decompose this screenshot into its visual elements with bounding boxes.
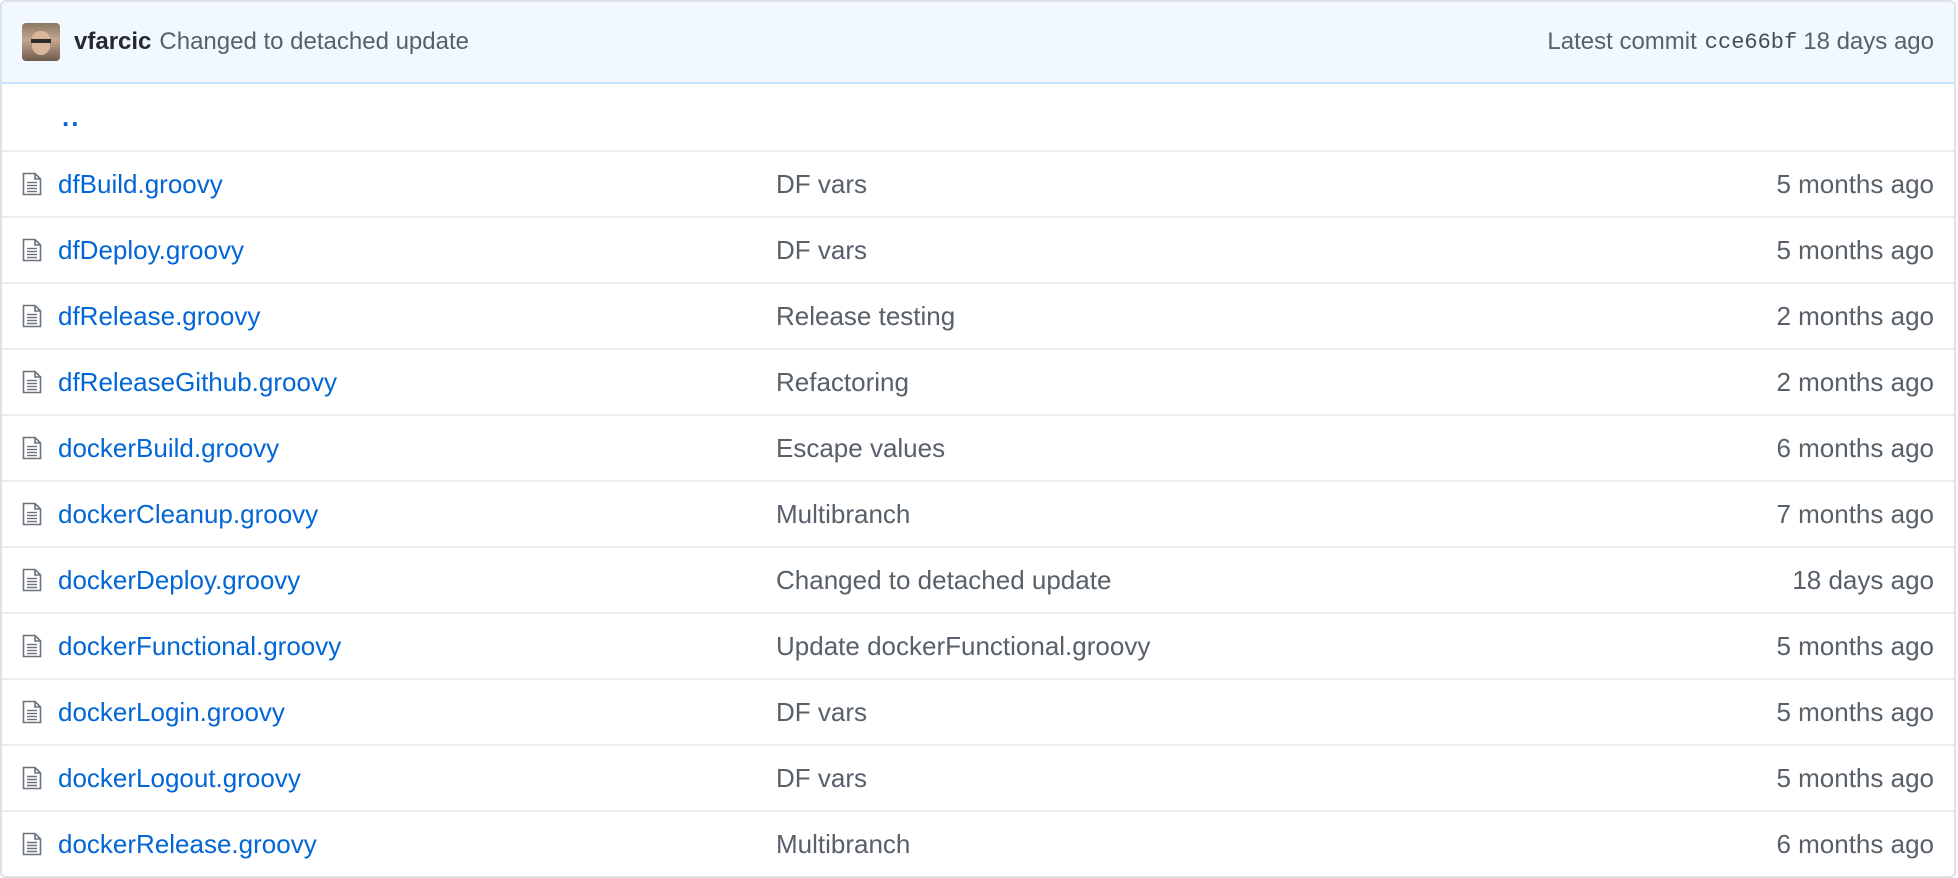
commit-age: 18 days ago [1803, 28, 1934, 55]
file-commit-age: 18 days ago [1792, 564, 1934, 595]
file-commit-age: 2 months ago [1776, 300, 1934, 331]
file-icon [2, 502, 58, 526]
file-row: dockerDeploy.groovy Changed to detached u… [2, 546, 1954, 612]
parent-directory-link[interactable]: .. [62, 102, 80, 133]
file-name-link[interactable]: dockerFunctional.groovy [58, 631, 341, 661]
file-name-cell: dockerRelease.groovy [58, 829, 776, 860]
commit-message-link[interactable]: Changed to detached update [159, 28, 469, 56]
file-commit-message-link[interactable]: Multibranch [776, 829, 1634, 860]
file-commit-age: 5 months ago [1776, 762, 1934, 793]
file-icon [2, 172, 58, 196]
file-icon [2, 238, 58, 262]
file-name-cell: dfRelease.groovy [58, 301, 776, 332]
file-icon [2, 304, 58, 328]
file-name-cell: dockerFunctional.groovy [58, 631, 776, 662]
file-commit-age: 5 months ago [1776, 234, 1934, 265]
file-commit-age: 2 months ago [1776, 366, 1934, 397]
parent-directory-row: .. [2, 84, 1954, 150]
file-name-cell: dockerLogin.groovy [58, 697, 776, 728]
file-name-cell: dfDeploy.groovy [58, 235, 776, 266]
file-table: vfarcic Changed to detached update Lates… [0, 0, 1956, 878]
latest-commit-label: Latest commit [1547, 28, 1697, 55]
file-commit-age: 6 months ago [1776, 432, 1934, 463]
file-name-cell: dockerBuild.groovy [58, 433, 776, 464]
file-row: dfBuild.groovy DF vars 5 months ago [2, 150, 1954, 216]
file-commit-age: 5 months ago [1776, 630, 1934, 661]
file-name-link[interactable]: dockerCleanup.groovy [58, 499, 318, 529]
file-commit-message-link[interactable]: Multibranch [776, 499, 1634, 530]
file-name-link[interactable]: dockerBuild.groovy [58, 433, 279, 463]
file-name-cell: dfReleaseGithub.groovy [58, 367, 776, 398]
file-commit-age: 7 months ago [1776, 498, 1934, 529]
file-icon [2, 766, 58, 790]
file-commit-age: 5 months ago [1776, 696, 1934, 727]
file-row: dfReleaseGithub.groovy Refactoring 2 month… [2, 348, 1954, 414]
commit-author-link[interactable]: vfarcic [74, 28, 151, 56]
file-name-link[interactable]: dfRelease.groovy [58, 301, 260, 331]
file-name-cell: dockerDeploy.groovy [58, 565, 776, 596]
file-commit-message-link[interactable]: DF vars [776, 235, 1634, 266]
file-name-link[interactable]: dockerDeploy.groovy [58, 565, 300, 595]
file-commit-message-link[interactable]: DF vars [776, 763, 1634, 794]
file-icon [2, 634, 58, 658]
file-commit-message-link[interactable]: Refactoring [776, 367, 1634, 398]
file-row: dockerBuild.groovy Escape values 6 months … [2, 414, 1954, 480]
file-name-link[interactable]: dfDeploy.groovy [58, 235, 244, 265]
file-row: dfDeploy.groovy DF vars 5 months ago [2, 216, 1954, 282]
file-name-link[interactable]: dockerLogin.groovy [58, 697, 285, 727]
file-name-link[interactable]: dockerRelease.groovy [58, 829, 317, 859]
file-commit-message-link[interactable]: DF vars [776, 697, 1634, 728]
user-avatar[interactable] [22, 23, 60, 61]
file-row: dockerCleanup.groovy Multibranch 7 months … [2, 480, 1954, 546]
file-icon [2, 700, 58, 724]
file-commit-message-link[interactable]: Changed to detached update [776, 565, 1634, 596]
file-row: dfRelease.groovy Release testing 2 months … [2, 282, 1954, 348]
latest-commit-bar: vfarcic Changed to detached update Lates… [2, 2, 1954, 84]
commit-sha-link[interactable]: cce66bf [1705, 30, 1797, 55]
file-icon [2, 436, 58, 460]
file-name-link[interactable]: dockerLogout.groovy [58, 763, 301, 793]
file-row: dockerFunctional.groovy Update dockerFunc… [2, 612, 1954, 678]
file-row: dockerLogin.groovy DF vars 5 months ago [2, 678, 1954, 744]
file-commit-message-link[interactable]: Escape values [776, 433, 1634, 464]
file-icon [2, 568, 58, 592]
file-row: dockerLogout.groovy DF vars 5 months ago [2, 744, 1954, 810]
file-commit-message-link[interactable]: Update dockerFunctional.groovy [776, 631, 1634, 662]
file-commit-age: 5 months ago [1776, 168, 1934, 199]
file-name-cell: dockerLogout.groovy [58, 763, 776, 794]
file-icon [2, 370, 58, 394]
file-commit-message-link[interactable]: DF vars [776, 169, 1634, 200]
file-list: dfBuild.groovy DF vars 5 months ago dfDeplo… [2, 150, 1954, 876]
file-commit-message-link[interactable]: Release testing [776, 301, 1634, 332]
file-row: dockerRelease.groovy Multibranch 6 months … [2, 810, 1954, 876]
file-name-link[interactable]: dfReleaseGithub.groovy [58, 367, 337, 397]
file-name-link[interactable]: dfBuild.groovy [58, 169, 223, 199]
file-commit-age: 6 months ago [1776, 828, 1934, 859]
file-icon [2, 832, 58, 856]
file-name-cell: dfBuild.groovy [58, 169, 776, 200]
file-name-cell: dockerCleanup.groovy [58, 499, 776, 530]
